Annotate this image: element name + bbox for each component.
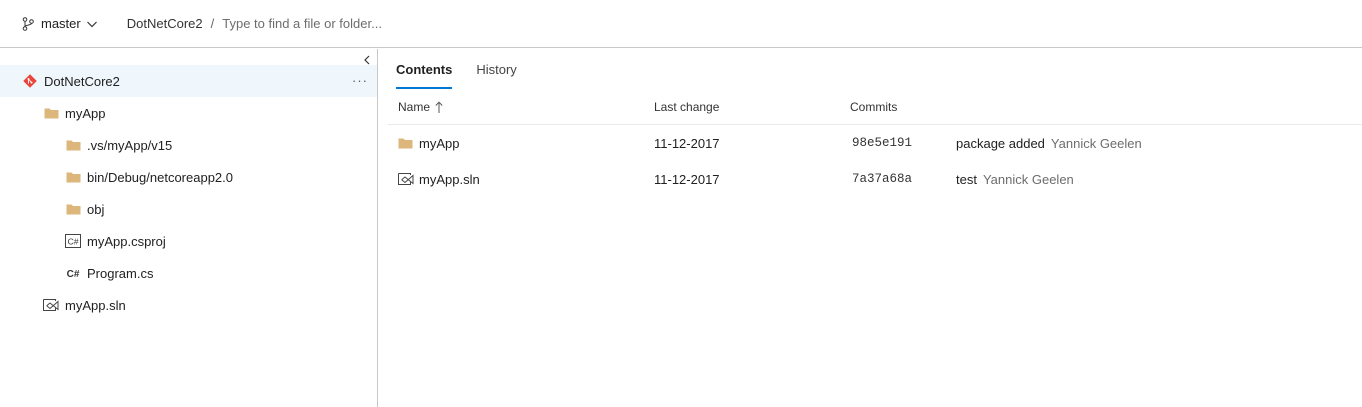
top-bar: master DotNetCore2 /	[0, 0, 1362, 48]
chevron-down-icon	[86, 21, 97, 27]
tree-item-label: .vs/myApp/v15	[87, 137, 173, 153]
tree-item-label: myApp	[65, 105, 106, 121]
last-change-date: 11-12-2017	[654, 135, 720, 151]
commit-id-link[interactable]: 98e5e191	[852, 126, 912, 160]
folder-icon	[398, 126, 413, 160]
tab-contents[interactable]: Contents	[396, 49, 453, 89]
tree-item-folder-myapp[interactable]: myApp	[0, 97, 377, 129]
svg-text:C#: C#	[67, 269, 80, 279]
more-options-button[interactable]: ···	[352, 73, 368, 88]
column-header-name[interactable]: Name	[398, 98, 444, 116]
commit-message: test Yannick Geelen	[956, 162, 1074, 196]
column-header-name-label: Name	[398, 100, 431, 114]
commit-message: package added Yannick Geelen	[956, 126, 1142, 160]
breadcrumb-separator: /	[210, 16, 215, 31]
tree-item-label: Program.cs	[87, 265, 154, 281]
commit-id-link[interactable]: 7a37a68a	[852, 162, 912, 196]
branch-name: master	[41, 16, 81, 31]
tree-item-folder-obj[interactable]: obj	[0, 193, 377, 225]
header-divider	[388, 124, 1362, 125]
folder-icon	[43, 105, 59, 121]
tree-item-file-program[interactable]: C# Program.cs	[0, 257, 377, 289]
file-row-myapp-sln[interactable]: myApp.sln 11-12-2017 7a37a68a test Yanni…	[388, 162, 1362, 196]
solution-file-icon	[43, 297, 59, 313]
sort-ascending-icon	[435, 100, 443, 113]
file-row-myapp[interactable]: myApp 11-12-2017 98e5e191 package added …	[388, 126, 1362, 160]
tree-item-repo-root[interactable]: DotNetCore2 ···	[0, 65, 377, 97]
tree-item-label: bin/Debug/netcoreapp2.0	[87, 169, 234, 185]
tree-item-label: obj	[87, 201, 105, 217]
tree-item-folder-bin[interactable]: bin/Debug/netcoreapp2.0	[0, 161, 377, 193]
svg-text:C#: C#	[68, 237, 79, 247]
file-name-link[interactable]: myApp.sln	[419, 162, 480, 196]
last-change-date: 11-12-2017	[654, 171, 720, 187]
folder-icon	[65, 201, 81, 217]
tree-item-label: myApp.csproj	[87, 233, 166, 249]
solution-file-icon	[398, 162, 414, 196]
tree-item-file-sln[interactable]: myApp.sln	[0, 289, 377, 321]
column-header-commits[interactable]: Commits	[850, 98, 897, 116]
file-name-link[interactable]: myApp	[419, 126, 459, 160]
file-tree-panel: DotNetCore2 ··· myApp .vs/myApp/v15 bin/…	[0, 49, 378, 407]
branch-selector[interactable]: master	[22, 10, 98, 38]
breadcrumb-repo[interactable]: DotNetCore2	[127, 16, 203, 31]
view-tabs: Contents History	[396, 49, 541, 89]
commit-author: Yannick Geelen	[982, 171, 1074, 187]
tab-history[interactable]: History	[476, 49, 516, 89]
folder-icon	[65, 137, 81, 153]
commit-message-text[interactable]: test	[956, 172, 977, 187]
branch-icon	[22, 16, 34, 31]
find-file-input[interactable]	[222, 16, 523, 31]
column-header-last-change[interactable]: Last change	[654, 98, 719, 116]
csproj-icon: C#	[65, 233, 81, 249]
tree-item-label: myApp.sln	[65, 297, 126, 313]
csharp-file-icon: C#	[65, 265, 81, 281]
commit-author: Yannick Geelen	[1050, 135, 1142, 151]
tree-item-label: DotNetCore2	[44, 73, 120, 89]
folder-icon	[65, 169, 81, 185]
contents-panel: Contents History Name Last change Commit…	[378, 49, 1362, 407]
tree-item-file-csproj[interactable]: C# myApp.csproj	[0, 225, 377, 257]
git-repo-icon	[22, 73, 38, 89]
tree-item-folder-vs[interactable]: .vs/myApp/v15	[0, 129, 377, 161]
chevron-left-icon	[364, 55, 370, 65]
commit-message-text[interactable]: package added	[956, 136, 1045, 151]
